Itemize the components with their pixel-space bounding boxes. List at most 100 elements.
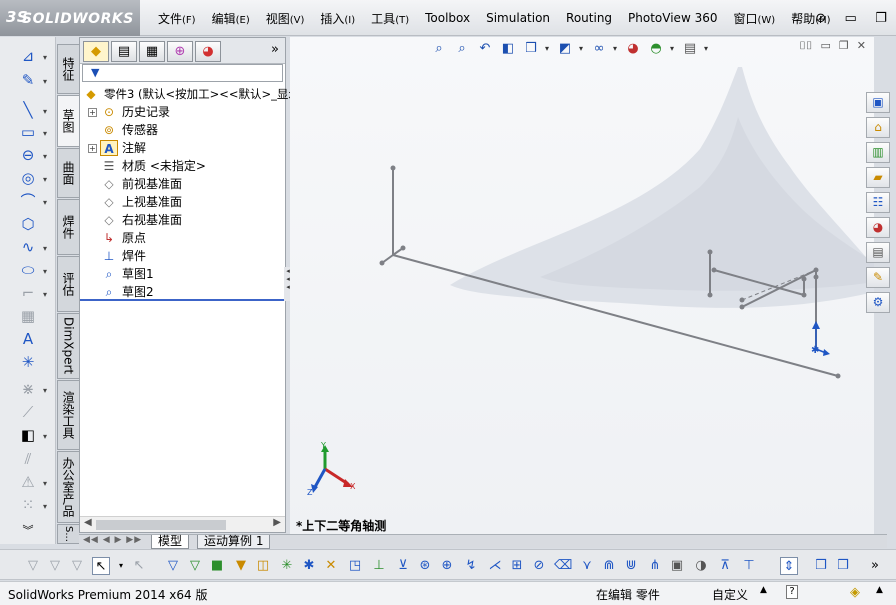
tab-sketch[interactable]: 草图	[57, 95, 79, 147]
sketch-origin-icon[interactable]: ⇕	[780, 557, 798, 575]
select-annotations-icon[interactable]: ⊞	[508, 557, 526, 575]
select-hole-icon[interactable]: ⋎	[578, 557, 596, 575]
filter-edges-icon[interactable]: ▽	[68, 557, 86, 575]
select-balloons-icon[interactable]: ◑	[692, 557, 710, 575]
expand-annotations-icon[interactable]: +	[88, 144, 97, 153]
filter-vertices-icon[interactable]: ▽	[46, 557, 64, 575]
rectangle-icon[interactable]: ▭	[16, 123, 40, 141]
home-icon[interactable]: ⌂	[866, 117, 890, 138]
sketch-icon[interactable]: ✎	[16, 71, 40, 89]
tree-item-material[interactable]: ☰ 材质 <未指定>	[100, 157, 206, 175]
tree-item-sketch1[interactable]: ⌕ 草图1	[100, 265, 154, 283]
menu-tools[interactable]: 工具(T)	[363, 10, 417, 27]
tree-item-top-plane[interactable]: ◇ 上视基准面	[100, 193, 182, 211]
select-surface-bodies-icon[interactable]: ⊥	[370, 557, 388, 575]
tree-filter-input[interactable]: ▼	[82, 64, 283, 82]
menu-simulation[interactable]: Simulation	[478, 11, 558, 25]
tree-item-origin[interactable]: ↳ 原点	[100, 229, 146, 247]
select-midpoints-icon[interactable]: ✕	[322, 557, 340, 575]
select-datum-icon[interactable]: ⌫	[554, 557, 572, 575]
select-center-marks-icon[interactable]: ⋔	[646, 557, 664, 575]
select-arrow-icon[interactable]: ↖	[92, 557, 110, 575]
select-surface-icon[interactable]: ⋓	[622, 557, 640, 575]
fillet-icon[interactable]: ⌐	[16, 284, 40, 302]
minimize-icon[interactable]: ▭	[844, 11, 856, 26]
circle-icon[interactable]: ◎	[16, 169, 40, 187]
tree-horizontal-scrollbar[interactable]: ◀ ▶	[80, 516, 285, 532]
tree-item-right-plane[interactable]: ◇ 右视基准面	[100, 211, 182, 229]
menu-file[interactable]: 文件(F)	[150, 10, 204, 27]
select-sketch-icon[interactable]: ✳	[278, 557, 296, 575]
solidworks-forum-icon[interactable]: ✎	[866, 267, 890, 288]
units-caret-icon[interactable]: ▲	[760, 585, 767, 595]
scroll-left-icon[interactable]: ◀	[84, 517, 92, 528]
tab-features[interactable]: 特征	[57, 44, 79, 94]
select-planes-icon[interactable]: ▼	[232, 557, 250, 575]
configurationmanager-tab-icon[interactable]: ▦	[139, 41, 165, 62]
tab-weldments[interactable]: 焊件	[57, 199, 79, 255]
trim-icon[interactable]: ⋇	[16, 380, 40, 398]
menu-photoview[interactable]: PhotoView 360	[620, 11, 725, 25]
select-gtol-icon[interactable]: ⊼	[716, 557, 734, 575]
offset-icon[interactable]: ◧	[16, 426, 40, 444]
plane-sketch-icon[interactable]: ▦	[16, 307, 40, 325]
select-routing-icon[interactable]: ⊘	[530, 557, 548, 575]
view-orientation-icon[interactable]: ❒	[522, 41, 540, 56]
viewport-restore-icon[interactable]: ❐	[839, 39, 849, 53]
view-3d-alt-icon[interactable]: ❒	[834, 557, 852, 575]
select-vertices-icon[interactable]: ■	[208, 557, 226, 575]
scroll-thumb[interactable]	[96, 520, 226, 530]
previous-view-icon[interactable]: ↶	[476, 41, 494, 56]
toolbox-icon[interactable]: ⚙	[866, 292, 890, 313]
select-blocks-icon[interactable]: ⋒	[600, 557, 618, 575]
tab-evaluate[interactable]: 评估	[57, 256, 79, 312]
tree-item-front-plane[interactable]: ◇ 前视基准面	[100, 175, 182, 193]
select-reference-icon[interactable]: ⊛	[416, 557, 434, 575]
display-style-icon[interactable]: ◩	[556, 41, 574, 56]
tab-render-tools[interactable]: 渲染工具	[57, 380, 79, 450]
tree-item-sensors[interactable]: ⊚ 传感器	[100, 121, 158, 139]
arc-icon[interactable]: ⌒	[16, 192, 40, 210]
menu-view[interactable]: 视图(V)	[258, 10, 313, 27]
viewport-close-icon[interactable]: ✕	[857, 39, 866, 53]
select-dimensions-icon[interactable]: ◳	[346, 557, 364, 575]
tree-item-annotations[interactable]: A 注解	[100, 139, 146, 157]
custom-properties-icon[interactable]: ▤	[866, 242, 890, 263]
featuremanager-tab-icon[interactable]: ◆	[83, 41, 109, 62]
tab-nav-arrows-icon[interactable]: ◀◀ ◀ ▶ ▶▶	[83, 535, 142, 545]
polygon-icon[interactable]: ⬡	[16, 215, 40, 233]
help-icon[interactable]: ?	[786, 585, 798, 599]
tab-model[interactable]: 模型	[151, 535, 190, 549]
tab-motion-study-1[interactable]: 运动算例 1	[197, 535, 271, 549]
tab-solidworks-more[interactable]: S...	[57, 524, 79, 544]
select-notes-icon[interactable]: ⊕	[438, 557, 456, 575]
filter-icon[interactable]: ▽	[24, 557, 42, 575]
tree-item-weldment[interactable]: ⊥ 焊件	[100, 247, 146, 265]
select-faces-icon[interactable]: ▽	[164, 557, 182, 575]
tree-item-sketch2[interactable]: ⌕ 草图2	[100, 283, 154, 301]
select-cosmetic-icon[interactable]: ↯	[462, 557, 480, 575]
solidworks-resources-icon[interactable]: ▣	[866, 92, 890, 113]
propertymanager-tab-icon[interactable]: ▤	[111, 41, 137, 62]
expand-toolbar-icon[interactable]: ︾	[16, 522, 40, 540]
scroll-right-icon[interactable]: ▶	[273, 517, 281, 528]
select-edges-icon[interactable]: ▽	[186, 557, 204, 575]
select-chain-icon[interactable]: ↖	[130, 557, 148, 575]
pattern-icon[interactable]: ⁙	[16, 496, 40, 514]
dimxpertmanager-tab-icon[interactable]: ⊕	[167, 41, 193, 62]
hide-show-items-icon[interactable]: ∞	[590, 41, 608, 56]
file-explorer-icon[interactable]: ▰	[866, 167, 890, 188]
design-library-icon[interactable]: ▥	[866, 142, 890, 163]
menu-insert[interactable]: 插入(I)	[312, 10, 363, 27]
edit-appearance-icon[interactable]: ◕	[624, 41, 642, 56]
menu-routing[interactable]: Routing	[558, 11, 620, 25]
expand-history-icon[interactable]: +	[88, 108, 97, 117]
select-welds-icon[interactable]: ⋌	[486, 557, 504, 575]
ellipse-icon[interactable]: ⬭	[16, 261, 40, 279]
tab-dimxpert[interactable]: DimXpert	[57, 313, 79, 379]
view-palette-icon[interactable]: ☷	[866, 192, 890, 213]
pin-icon[interactable]: ⊘	[815, 11, 826, 26]
select-sketch-segments-icon[interactable]: ✱	[300, 557, 318, 575]
spline-icon[interactable]: ∿	[16, 238, 40, 256]
menu-toolbox[interactable]: Toolbox	[417, 11, 478, 25]
